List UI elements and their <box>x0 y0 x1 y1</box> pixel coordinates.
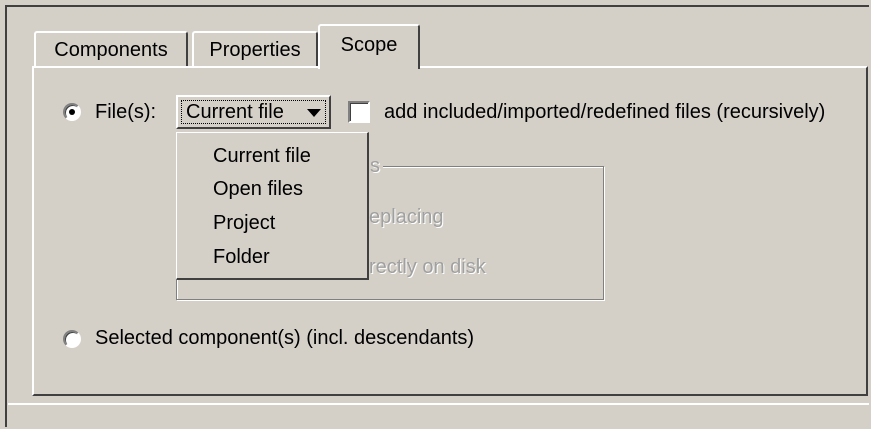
menu-item-open-files[interactable]: Open files <box>213 178 303 201</box>
files-combo-value: Current file <box>186 100 284 123</box>
recursive-checkbox-label: add included/imported/redefined files (r… <box>384 101 826 123</box>
files-combo[interactable]: Current file <box>176 95 331 129</box>
menu-item-folder[interactable]: Folder <box>213 246 270 269</box>
option-replacing-label: eplacing <box>369 206 444 228</box>
files-radio[interactable] <box>63 103 81 121</box>
radio-dot-icon <box>69 109 75 115</box>
files-dropdown-menu: Current file Open files Project Folder <box>176 132 369 280</box>
tab-components[interactable]: Components <box>34 31 188 67</box>
divider <box>8 403 869 405</box>
chevron-down-icon[interactable] <box>307 109 321 117</box>
tab-scope[interactable]: Scope <box>318 24 420 69</box>
tab-properties[interactable]: Properties <box>192 31 318 67</box>
menu-item-current-file[interactable]: Current file <box>213 145 311 168</box>
option-on-disk-label: rectly on disk <box>369 256 486 278</box>
component-radio[interactable] <box>63 330 81 348</box>
files-radio-label: File(s): <box>95 101 157 123</box>
recursive-checkbox[interactable] <box>348 101 370 123</box>
menu-item-project[interactable]: Project <box>213 212 275 235</box>
component-radio-label: Selected component(s) (incl. descendants… <box>95 327 475 349</box>
options-group-title: s <box>367 155 383 178</box>
